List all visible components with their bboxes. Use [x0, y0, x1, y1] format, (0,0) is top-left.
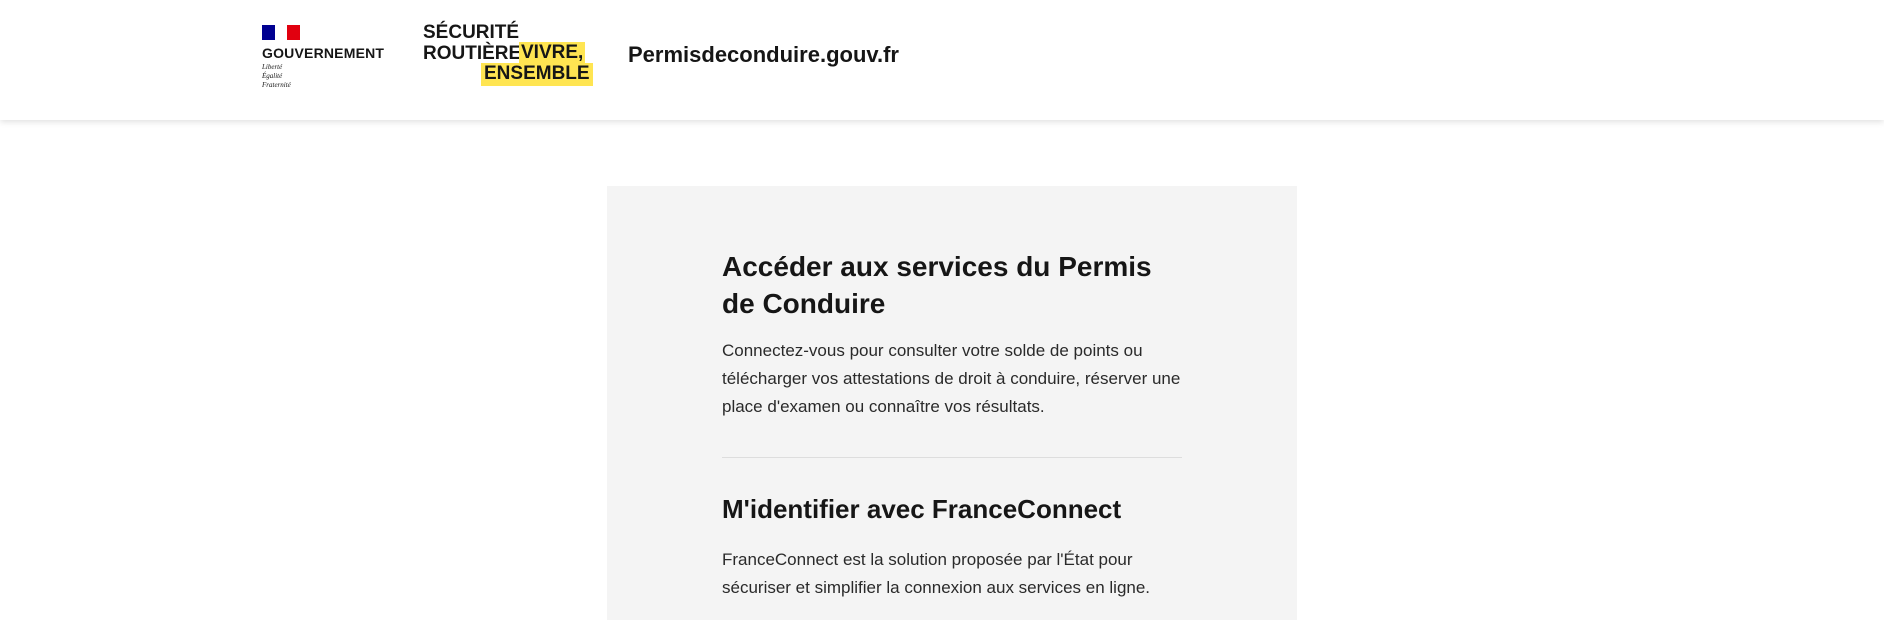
- securite-routiere-logo[interactable]: SÉCURITÉ ROUTIÈRE VIVRE, ENSEMBLE: [423, 22, 593, 88]
- government-logo[interactable]: GOUVERNEMENT Liberté Égalité Fraternité: [262, 25, 392, 93]
- page-title: Accéder aux services du Permis de Condui…: [722, 251, 1152, 319]
- sr-line1: SÉCURITÉ: [423, 22, 520, 43]
- franceconnect-heading: M'identifier avec FranceConnect: [722, 494, 1122, 524]
- french-flag-icon: [262, 25, 301, 40]
- franceconnect-description: FranceConnect est la solution proposée p…: [722, 550, 1151, 597]
- sr-line2: ROUTIÈRE: [423, 43, 522, 64]
- intro-text: Connectez-vous pour consulter votre sold…: [722, 341, 1181, 416]
- government-name: GOUVERNEMENT: [262, 45, 385, 61]
- sr-highlight1: VIVRE,: [519, 42, 586, 63]
- login-card-content: Accéder aux services du Permis de Condui…: [722, 248, 1184, 602]
- site-header: GOUVERNEMENT Liberté Égalité Fraternité …: [0, 0, 1884, 120]
- site-title-link[interactable]: Permisdeconduire.gouv.fr: [628, 42, 899, 68]
- login-card: Accéder aux services du Permis de Condui…: [607, 186, 1297, 620]
- divider: [722, 457, 1182, 458]
- sr-highlight2: ENSEMBLE: [481, 63, 593, 86]
- government-motto: Liberté Égalité Fraternité: [262, 63, 291, 89]
